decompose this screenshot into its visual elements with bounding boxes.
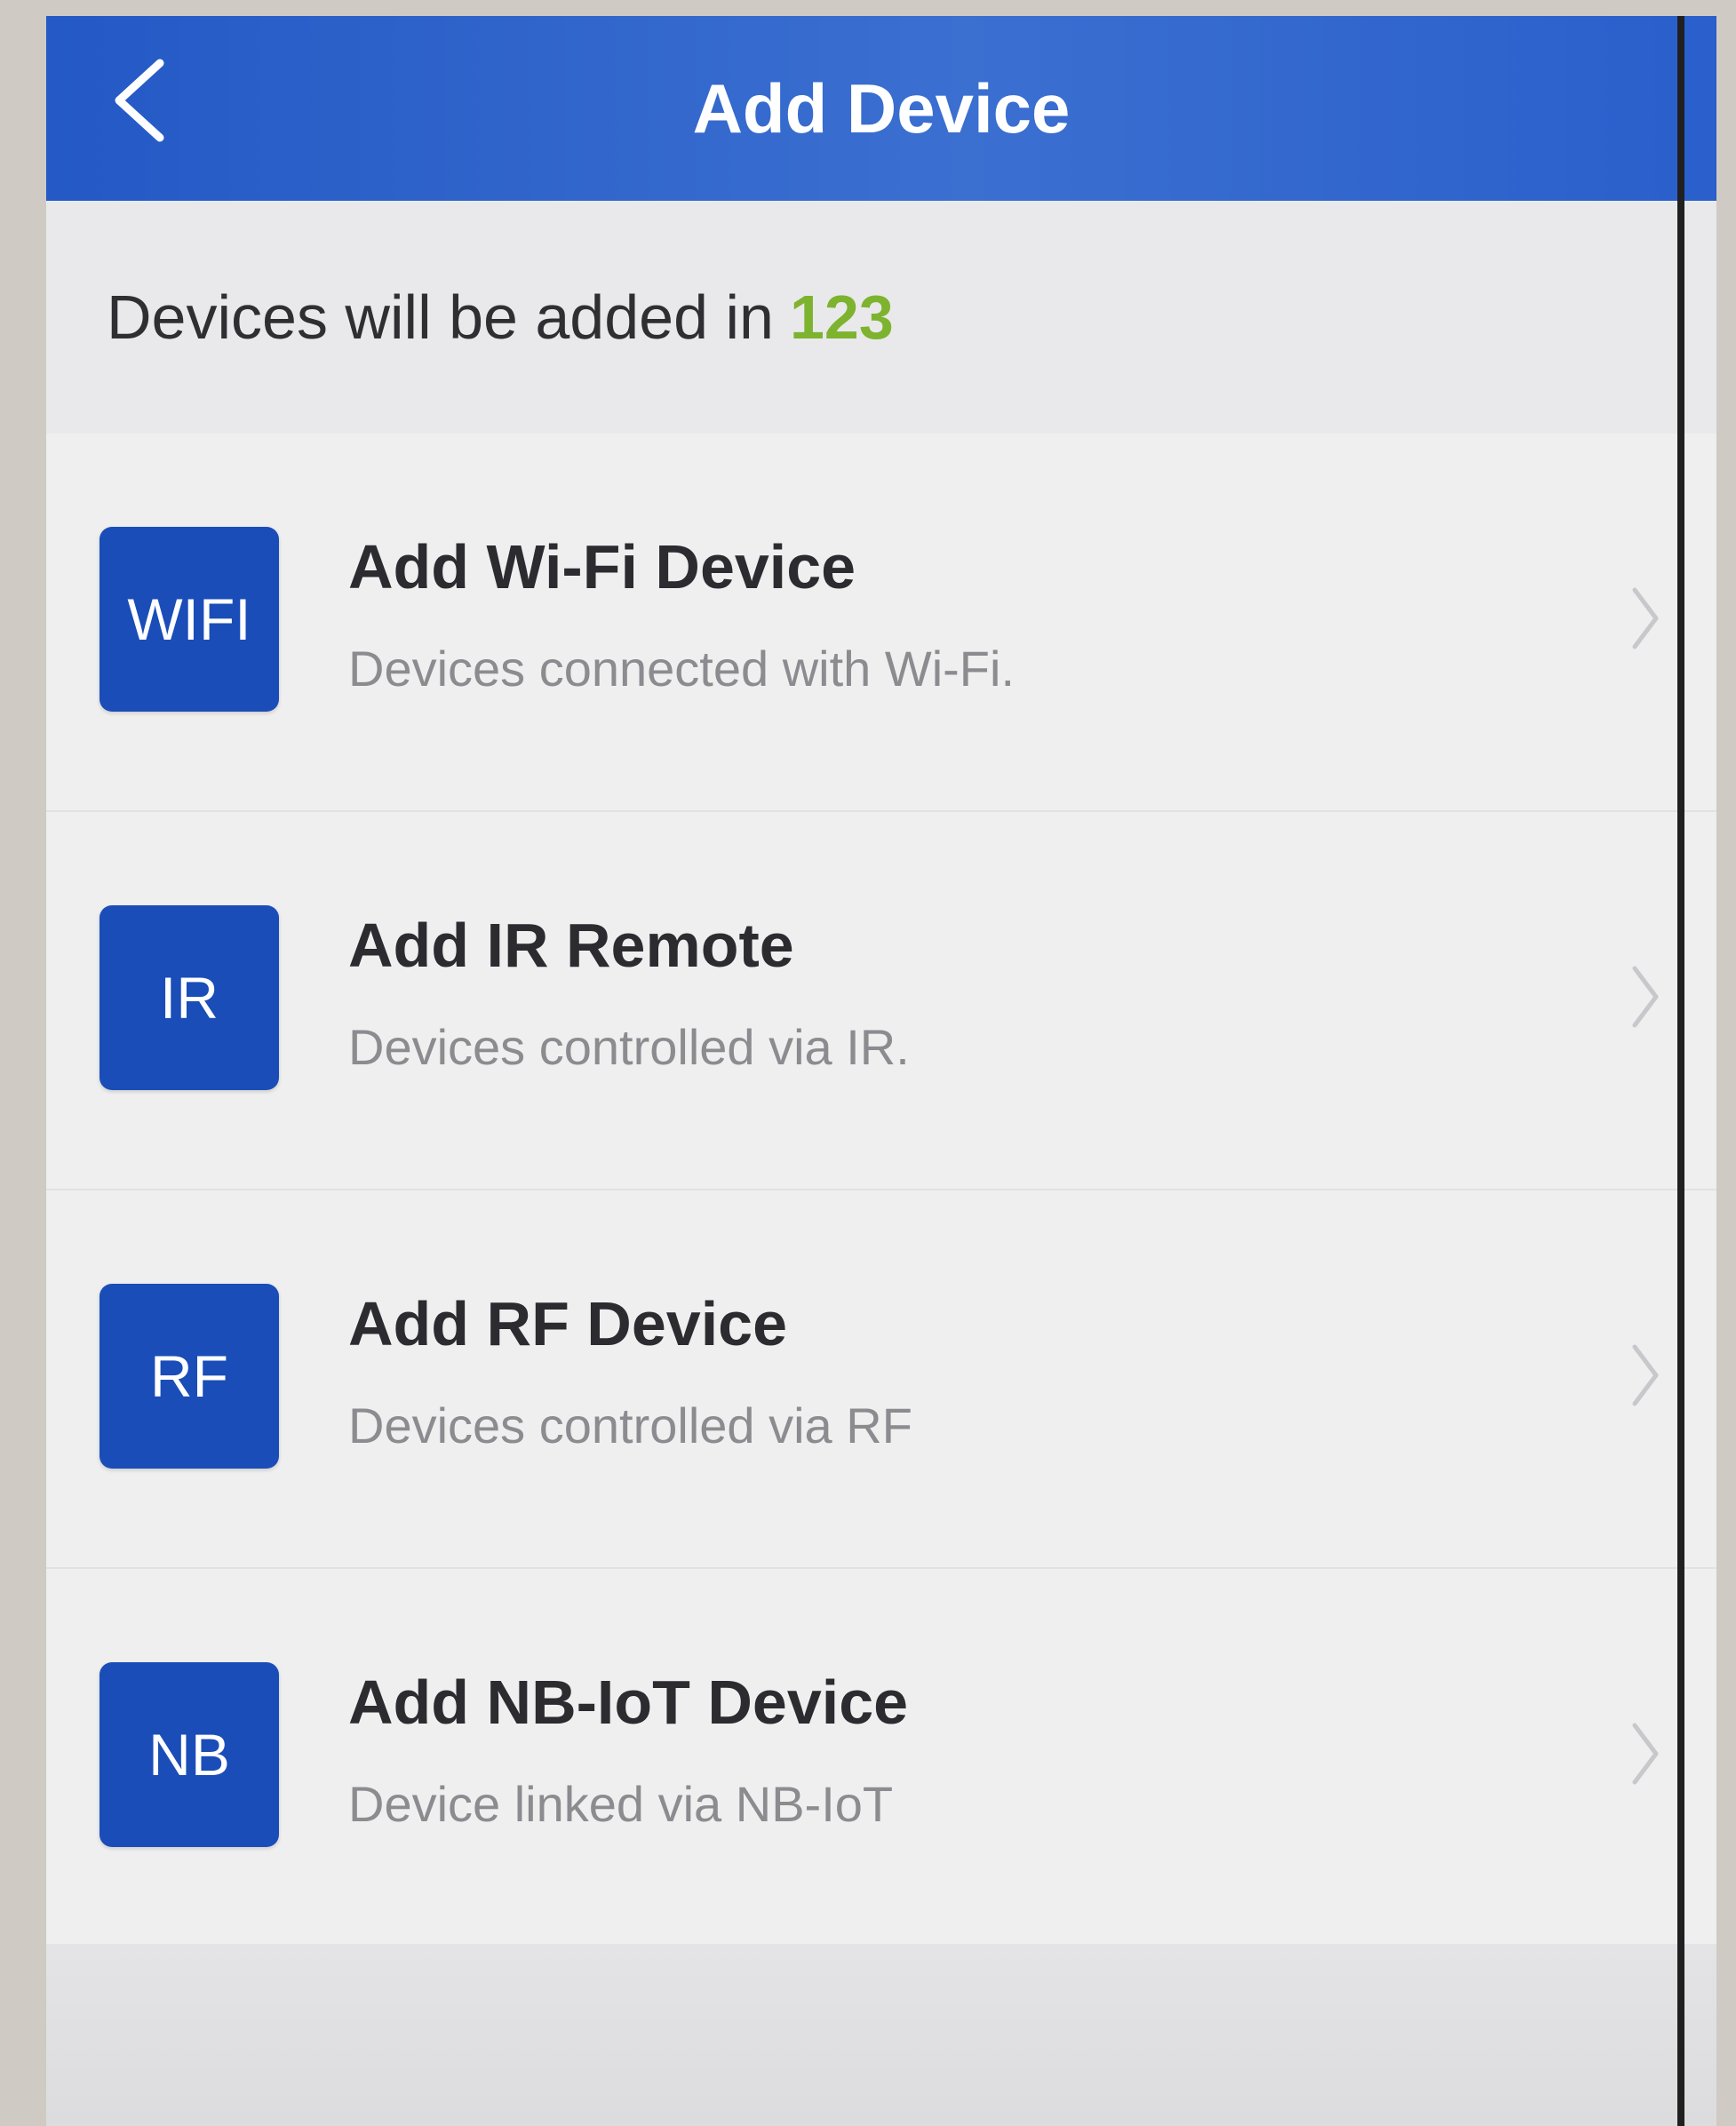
target-group-text: Devices will be added in 123 bbox=[107, 201, 894, 434]
device-type-list: WIFI Add Wi-Fi Device Devices connected … bbox=[46, 434, 1716, 1944]
list-item-title: Add Wi-Fi Device bbox=[348, 532, 856, 601]
list-item-wifi[interactable]: WIFI Add Wi-Fi Device Devices connected … bbox=[46, 434, 1716, 812]
page-title: Add Device bbox=[692, 69, 1071, 147]
list-item-title: Add RF Device bbox=[348, 1289, 787, 1358]
list-item-description: Devices controlled via IR. bbox=[348, 1019, 910, 1075]
target-group-prefix: Devices will be added in bbox=[107, 283, 774, 352]
list-item-ir[interactable]: IR Add IR Remote Devices controlled via … bbox=[46, 812, 1716, 1190]
list-item-title: Add IR Remote bbox=[348, 911, 794, 980]
device-bezel bbox=[1677, 16, 1684, 2126]
list-item-description: Devices controlled via RF bbox=[348, 1397, 912, 1453]
list-item-rf[interactable]: RF Add RF Device Devices controlled via … bbox=[46, 1190, 1716, 1569]
nb-badge-icon: NB bbox=[100, 1662, 279, 1847]
empty-area bbox=[46, 1944, 1716, 2126]
nav-header: Add Device bbox=[46, 16, 1716, 201]
chevron-right-icon bbox=[1628, 1718, 1663, 1789]
rf-badge-icon: RF bbox=[100, 1284, 279, 1469]
target-group-name[interactable]: 123 bbox=[790, 283, 894, 352]
target-group-banner: Devices will be added in 123 bbox=[46, 201, 1716, 434]
chevron-right-icon bbox=[1628, 583, 1663, 654]
list-item-description: Devices connected with Wi-Fi. bbox=[348, 641, 1015, 697]
list-item-nb-iot[interactable]: NB Add NB-IoT Device Device linked via N… bbox=[46, 1569, 1716, 1947]
list-item-title: Add NB-IoT Device bbox=[348, 1668, 909, 1737]
ir-badge-icon: IR bbox=[100, 905, 279, 1090]
app-screen: Add Device Devices will be added in 123 W… bbox=[46, 16, 1716, 2126]
chevron-right-icon bbox=[1628, 1340, 1663, 1411]
wifi-badge-icon: WIFI bbox=[100, 527, 279, 712]
chevron-right-icon bbox=[1628, 961, 1663, 1032]
list-item-description: Device linked via NB-IoT bbox=[348, 1776, 894, 1832]
